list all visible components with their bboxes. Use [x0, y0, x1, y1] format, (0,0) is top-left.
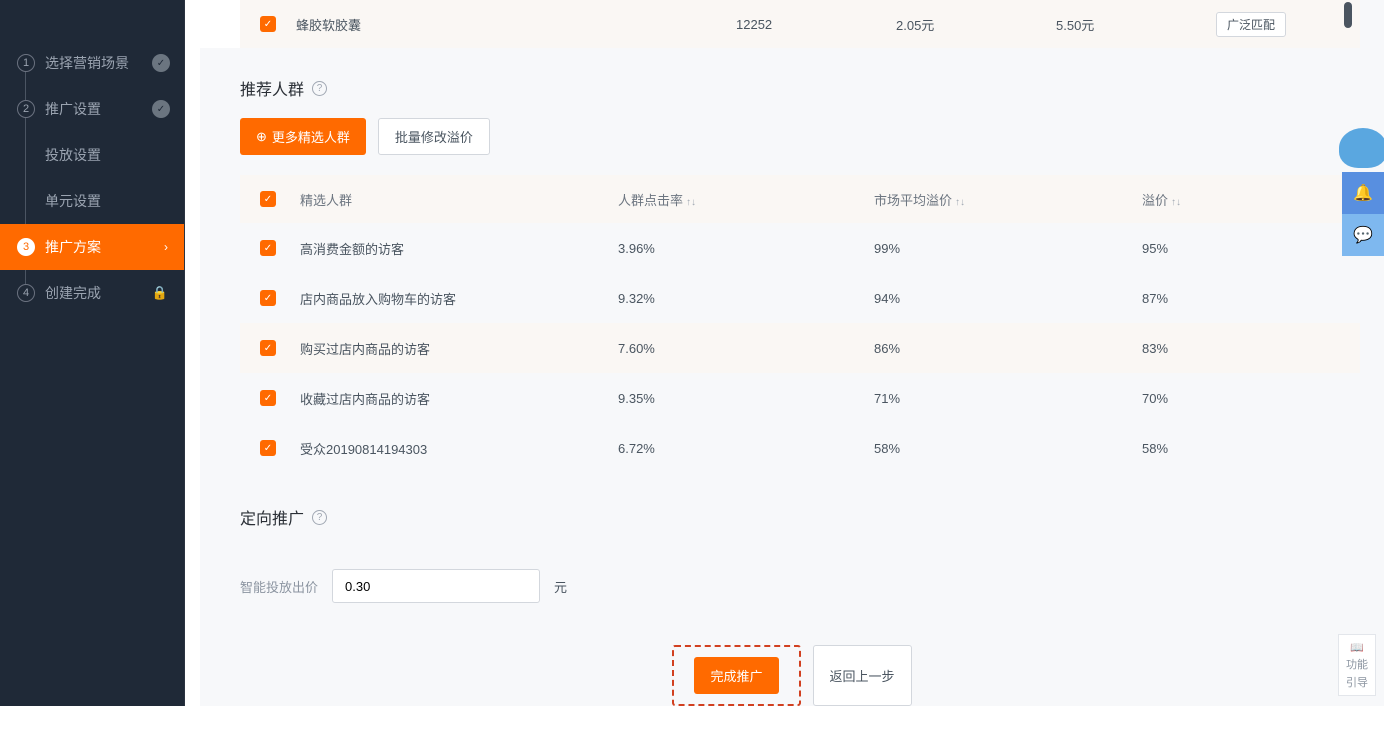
- checkbox[interactable]: ✓: [260, 240, 276, 256]
- step-label: 推广方案: [45, 237, 101, 257]
- table-row: ✓ 高消费金额的访客 3.96% 99% 95%: [240, 223, 1360, 273]
- col-header[interactable]: 溢价↑↓: [1142, 190, 1302, 209]
- substep-unit[interactable]: 单元设置: [0, 178, 184, 224]
- footer-actions: 完成推广 返回上一步: [200, 633, 1384, 736]
- sort-icon: ↑↓: [686, 197, 696, 208]
- back-button[interactable]: 返回上一步: [813, 645, 912, 706]
- col-header[interactable]: 市场平均溢价↑↓: [874, 190, 1142, 209]
- batch-edit-button[interactable]: 批量修改溢价: [378, 118, 490, 155]
- floating-widget: 🔔 💬: [1342, 128, 1384, 256]
- step-3[interactable]: 3 推广方案 ›: [0, 224, 184, 270]
- mascot-icon[interactable]: [1339, 128, 1384, 168]
- checkbox[interactable]: ✓: [260, 440, 276, 456]
- targeting-section: 定向推广 ?: [200, 485, 1384, 559]
- complete-button[interactable]: 完成推广: [694, 657, 778, 694]
- bell-icon: 🔔: [1353, 183, 1373, 203]
- bid-input[interactable]: [332, 569, 540, 603]
- help-icon[interactable]: ?: [312, 81, 327, 96]
- product-col4: 5.50元: [1056, 15, 1216, 34]
- bid-field: 智能投放出价 元: [200, 559, 1384, 633]
- bid-label: 智能投放出价: [240, 577, 318, 596]
- notification-button[interactable]: 🔔: [1342, 172, 1384, 214]
- section-title: 推荐人群 ?: [240, 76, 1384, 100]
- sort-icon: ↑↓: [1171, 197, 1181, 208]
- plus-icon: ⊕: [256, 129, 267, 145]
- substep-delivery[interactable]: 投放设置: [0, 132, 184, 178]
- product-col2: 12252: [736, 17, 896, 32]
- chat-button[interactable]: 💬: [1342, 214, 1384, 256]
- product-row: ✓ 蜂胶软胶囊 12252 2.05元 5.50元 广泛匹配: [240, 0, 1360, 48]
- step-4: 4 创建完成 🔒: [0, 270, 184, 316]
- product-name: 蜂胶软胶囊: [296, 15, 736, 34]
- more-audience-button[interactable]: ⊕更多精选人群: [240, 118, 366, 155]
- section-title: 定向推广 ?: [240, 505, 1384, 529]
- checkbox[interactable]: ✓: [260, 16, 276, 32]
- check-icon: ✓: [152, 54, 170, 72]
- scrollbar[interactable]: [1344, 2, 1352, 28]
- match-type-select[interactable]: 广泛匹配: [1216, 12, 1286, 37]
- checkbox[interactable]: ✓: [260, 390, 276, 406]
- step-label: 创建完成: [45, 283, 101, 303]
- table-row: ✓ 受众20190814194303 6.72% 58% 58%: [240, 423, 1360, 473]
- step-label: 选择营销场景: [45, 53, 129, 73]
- sidebar: 1 选择营销场景 ✓ 2 推广设置 ✓ 投放设置 单元设置 3 推广方案 › 4…: [0, 0, 185, 706]
- product-col3: 2.05元: [896, 15, 1056, 34]
- audience-table: ✓ 精选人群 人群点击率↑↓ 市场平均溢价↑↓ 溢价↑↓ ✓ 高消费金额的访客 …: [240, 175, 1360, 473]
- main-content: ✓ 蜂胶软胶囊 12252 2.05元 5.50元 广泛匹配 推荐人群 ? ⊕更…: [200, 0, 1384, 706]
- col-header: 精选人群: [300, 190, 618, 209]
- col-header[interactable]: 人群点击率↑↓: [618, 190, 874, 209]
- help-icon[interactable]: ?: [312, 510, 327, 525]
- guide-button[interactable]: 📖 功能 引导: [1338, 634, 1376, 696]
- step-1[interactable]: 1 选择营销场景 ✓: [0, 40, 184, 86]
- chevron-right-icon: ›: [164, 240, 168, 254]
- checkbox[interactable]: ✓: [260, 290, 276, 306]
- check-icon: ✓: [152, 100, 170, 118]
- sort-icon: ↑↓: [955, 197, 965, 208]
- step-2[interactable]: 2 推广设置 ✓: [0, 86, 184, 132]
- checkbox[interactable]: ✓: [260, 340, 276, 356]
- recommended-audience-section: 推荐人群 ? ⊕更多精选人群 批量修改溢价 ✓ 精选人群 人群点击率↑↓ 市场平…: [200, 48, 1384, 485]
- table-row: ✓ 购买过店内商品的访客 7.60% 86% 83%: [240, 323, 1360, 373]
- step-label: 推广设置: [45, 99, 101, 119]
- table-row: ✓ 收藏过店内商品的访客 9.35% 71% 70%: [240, 373, 1360, 423]
- book-icon: 📖: [1350, 641, 1364, 654]
- table-row: ✓ 店内商品放入购物车的访客 9.32% 94% 87%: [240, 273, 1360, 323]
- bid-unit: 元: [554, 577, 567, 596]
- table-header: ✓ 精选人群 人群点击率↑↓ 市场平均溢价↑↓ 溢价↑↓: [240, 175, 1360, 223]
- lock-icon: 🔒: [152, 285, 168, 301]
- highlight-box: 完成推广: [672, 645, 800, 706]
- chat-icon: 💬: [1353, 225, 1373, 245]
- checkbox-all[interactable]: ✓: [260, 191, 276, 207]
